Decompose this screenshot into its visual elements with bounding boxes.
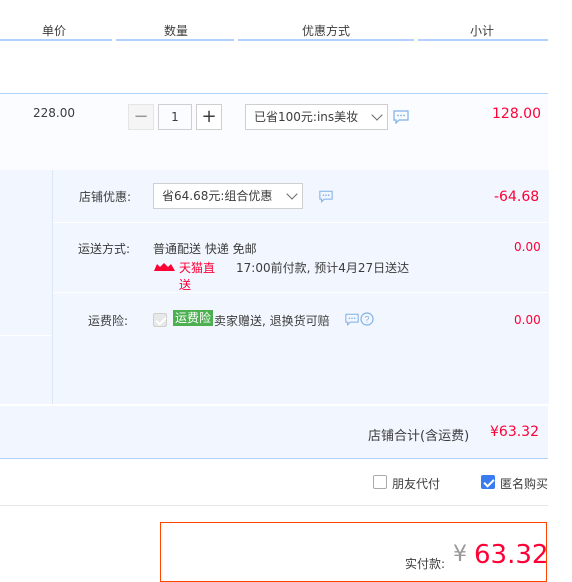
tmall-label: 天猫直送 [179,261,216,292]
anonymous-checkbox[interactable] [481,475,495,489]
anonymous-label[interactable]: 匿名购买 [500,475,548,492]
tmall-cat-icon [154,263,175,271]
product-subtotal: 128.00 [492,106,541,122]
header-underline [238,39,414,41]
header-discount: 优惠方式 [302,24,351,38]
tmall-badge: 天猫直送 [153,259,225,292]
shipping-label: 运送方式: [78,242,131,256]
insurance-label: 运费险: [88,314,129,328]
divider [53,222,548,223]
shop-total-amount: ¥63.32 [490,424,539,440]
shipping-amount: 0.00 [514,240,541,254]
delivery-estimate: 17:00前付款, 预计4月27日送达 [236,261,410,275]
friend-pay-label[interactable]: 朋友代付 [392,475,440,492]
header-quantity: 数量 [164,24,189,38]
insurance-text: 卖家赠送, 退换货可赔 [214,314,330,328]
shop-discount-select[interactable]: 省64.68元:组合优惠 [153,183,303,209]
divider [0,335,52,336]
payment-currency: ¥ [453,542,467,567]
decrease-button[interactable]: − [128,104,154,130]
header-underline [116,39,234,41]
payment-label: 实付款: [405,557,446,571]
header-subtotal: 小计 [470,24,495,38]
product-discount-value: 已省100元:ins美妆 [254,110,359,124]
help-icon[interactable]: ? [360,312,374,329]
unit-price: 228.00 [33,106,75,120]
insurance-badge: 运费险 [173,310,214,326]
divider [0,505,548,506]
shop-discount-value: 省64.68元:组合优惠 [162,189,273,203]
friend-pay-checkbox[interactable] [373,475,387,489]
shop-total-label: 店铺合计(含运费) [368,429,470,444]
quantity-stepper: − 1 + [128,104,224,130]
header-underline [0,39,112,41]
header-price: 单价 [42,24,67,38]
insurance-amount: 0.00 [514,313,541,327]
message-icon[interactable] [319,190,333,206]
message-icon[interactable] [393,110,409,127]
message-icon[interactable] [345,313,359,329]
shop-discount-label: 店铺优惠: [79,190,132,204]
shop-discount-amount: -64.68 [494,189,540,205]
shipping-method: 普通配送 快递 免邮 [153,242,257,256]
header-underline [418,39,548,41]
chevron-down-icon [286,188,298,200]
product-discount-select[interactable]: 已省100元:ins美妆 [245,104,388,130]
svg-text:?: ? [364,315,369,325]
divider [53,292,548,293]
payment-amount: 63.32 [474,540,549,570]
increase-button[interactable]: + [196,104,222,130]
table-header: 单价 数量 优惠方式 小计 [0,18,548,42]
chevron-down-icon [371,109,383,121]
insurance-checkbox[interactable] [153,313,167,327]
quantity-input[interactable]: 1 [158,104,192,130]
